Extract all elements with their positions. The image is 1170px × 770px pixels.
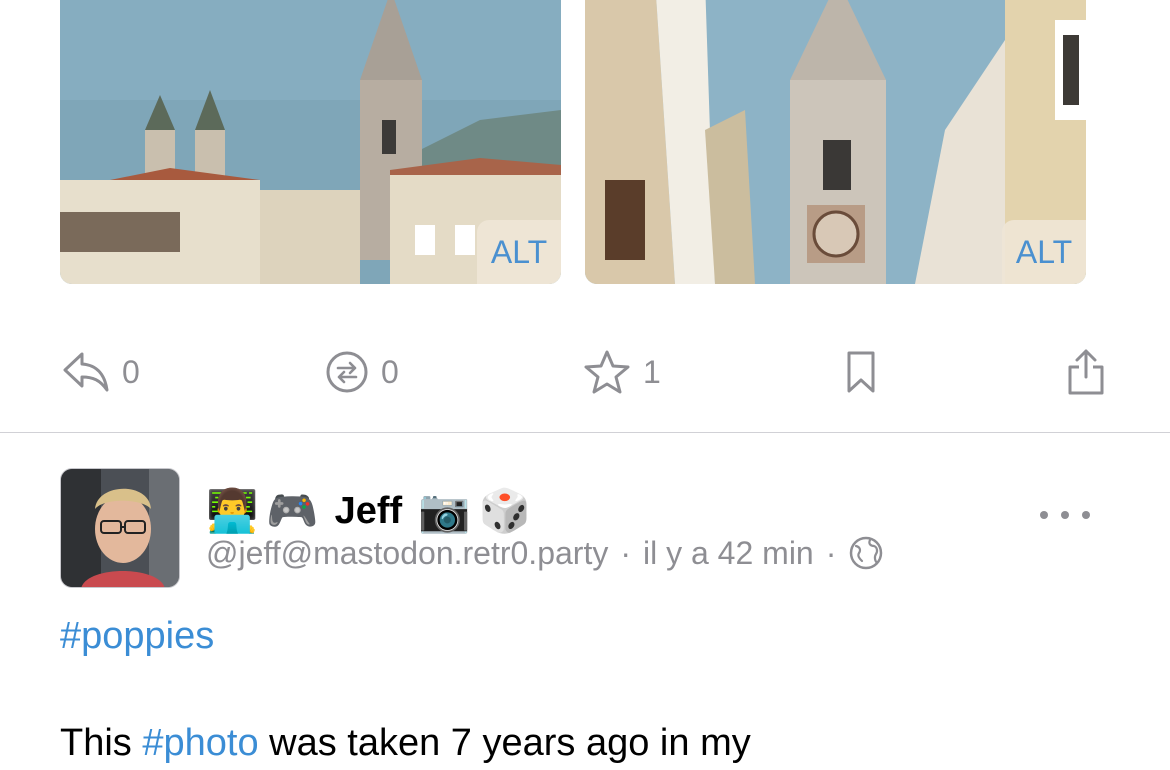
media-photo-2[interactable]: ALT: [585, 0, 1086, 284]
author-handle[interactable]: @jeff@mastodon.retr0.party: [206, 535, 608, 572]
boost-count: 0: [381, 353, 399, 390]
more-dot: [1082, 511, 1090, 519]
post-action-bar: 0 0 1: [0, 340, 1170, 404]
post-body-text: This #photo was taken 7 years ago in my: [60, 722, 751, 765]
boost-button[interactable]: 0: [325, 340, 399, 404]
avatar[interactable]: [60, 468, 180, 588]
alt-text-badge[interactable]: ALT: [477, 220, 561, 284]
body-text-start: This: [60, 722, 132, 764]
favorite-button[interactable]: 1: [583, 340, 661, 404]
star-icon: [584, 350, 630, 394]
post-meta: @jeff@mastodon.retr0.party · il y a 42 m…: [206, 532, 884, 574]
post-divider: [0, 432, 1170, 433]
dice-emoji: 🎲: [478, 487, 531, 534]
camera-emoji: 📷: [418, 487, 471, 534]
more-dot: [1061, 511, 1069, 519]
share-icon: [1068, 349, 1104, 395]
post-timestamp: il y a 42 min: [642, 534, 814, 571]
boost-icon: [326, 351, 368, 393]
reply-button[interactable]: 0: [62, 340, 140, 404]
more-options-button[interactable]: [1040, 498, 1090, 532]
share-button[interactable]: [1066, 340, 1106, 404]
reply-count: 0: [122, 353, 140, 390]
media-photo-1[interactable]: ALT: [60, 0, 561, 284]
hashtag-link[interactable]: #poppies: [60, 615, 214, 658]
reply-icon: [63, 352, 109, 392]
technologist-emoji: 👨‍💻: [206, 487, 259, 534]
hashtag-link[interactable]: #photo: [142, 722, 258, 764]
game-controller-emoji: 🎮: [266, 487, 319, 534]
post-author-row[interactable]: 👨‍💻 🎮 Jeff 📷 🎲: [206, 484, 531, 538]
more-dot: [1040, 511, 1048, 519]
favorite-count: 1: [643, 353, 661, 390]
globe-icon: [850, 536, 883, 570]
meta-separator: ·: [825, 534, 837, 571]
body-text-end: was taken 7 years ago in my: [269, 722, 751, 764]
avatar-image: [61, 469, 179, 587]
bookmark-icon: [847, 351, 875, 393]
bookmark-button[interactable]: [846, 340, 876, 404]
alt-text-badge[interactable]: ALT: [1002, 220, 1086, 284]
author-display-name: Jeff: [334, 489, 403, 532]
meta-separator: ·: [620, 534, 631, 571]
